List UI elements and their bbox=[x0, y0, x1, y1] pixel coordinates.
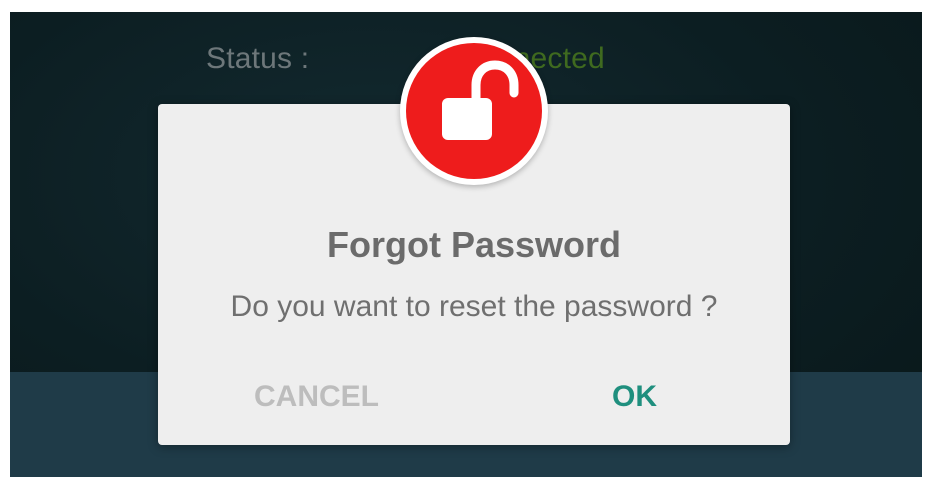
dialog-message: Do you want to reset the password ? bbox=[230, 290, 718, 323]
dialog-icon-badge bbox=[400, 37, 548, 185]
ok-button[interactable]: OK bbox=[600, 372, 669, 422]
dialog-title: Forgot Password bbox=[326, 224, 622, 265]
dialog-overlay: Forgot Password Do you want to reset the… bbox=[10, 12, 922, 477]
cancel-button[interactable]: CANCEL bbox=[242, 372, 391, 422]
unlocked-padlock-icon bbox=[406, 43, 542, 179]
app-screen: Status : Connected Forgot Password Do yo… bbox=[10, 12, 922, 477]
